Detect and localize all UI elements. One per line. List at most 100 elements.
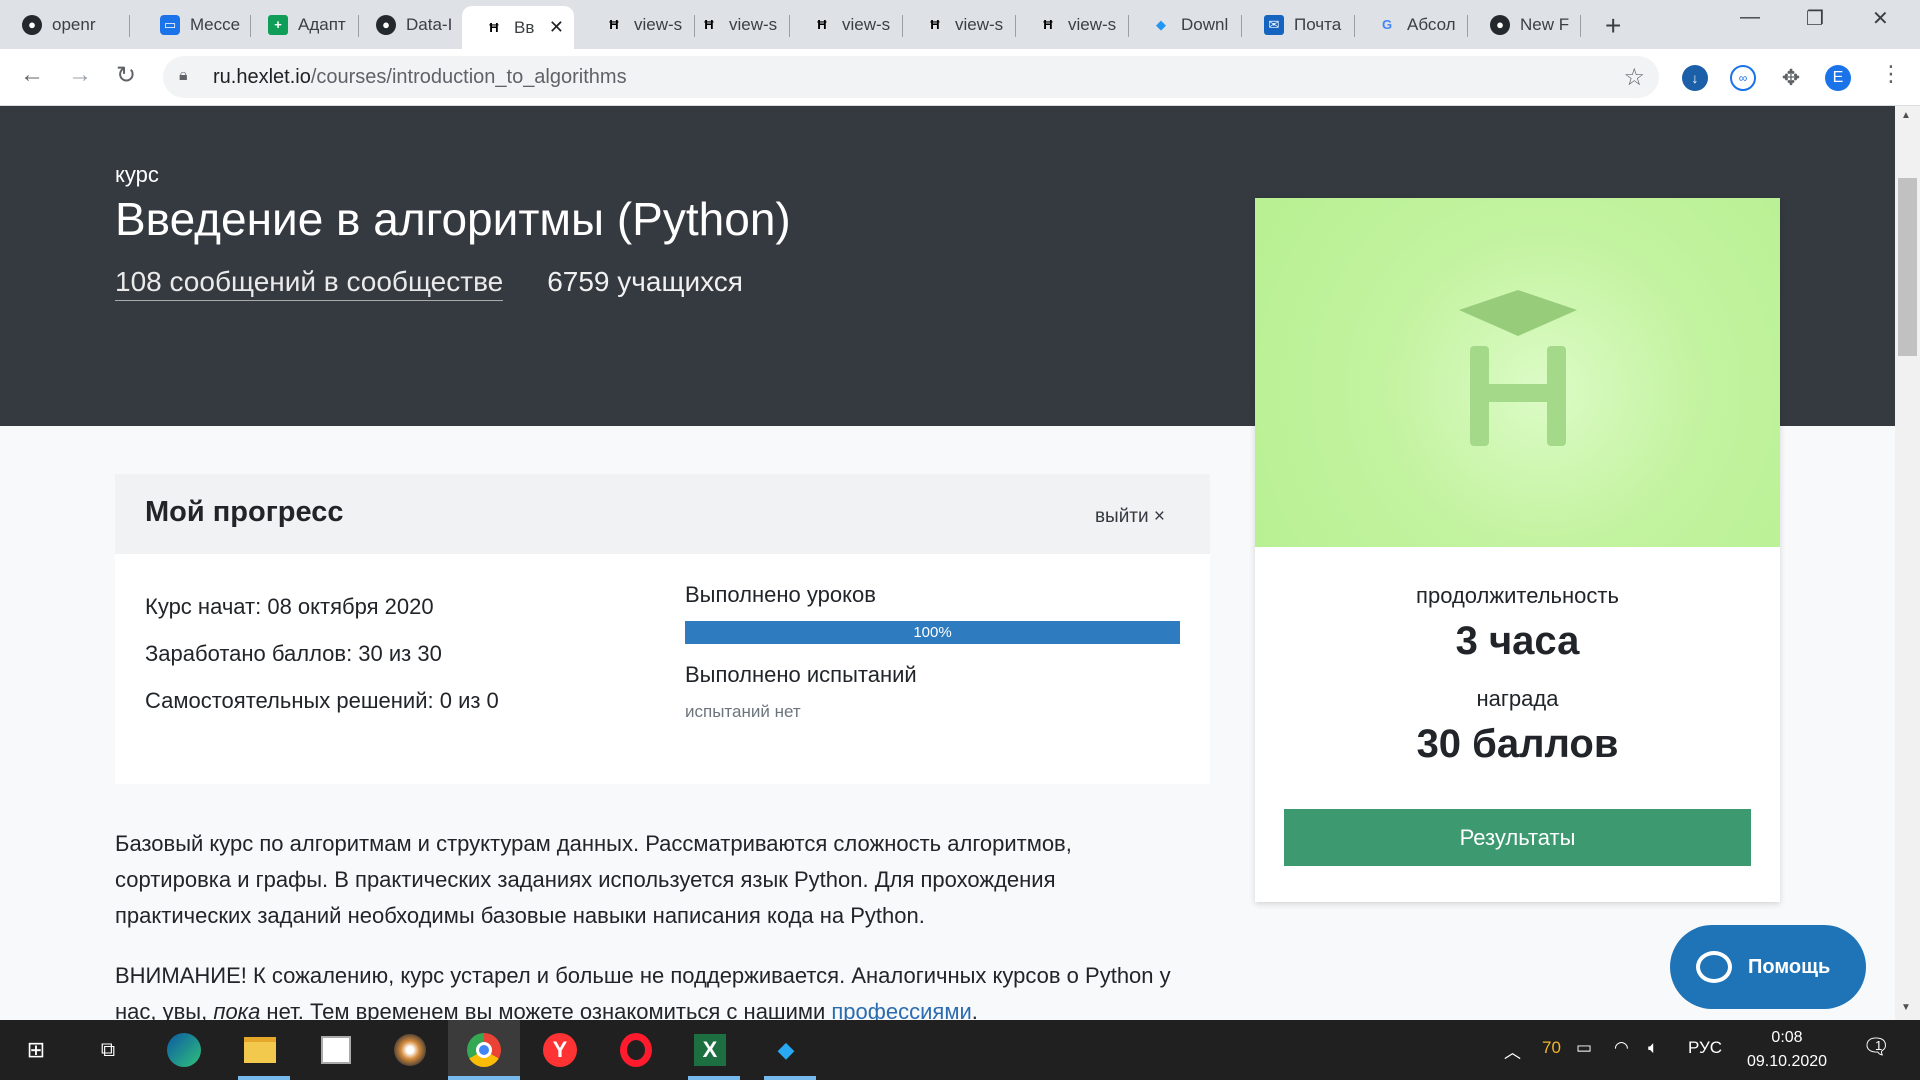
back-arrow-icon[interactable]: ← [20,61,44,89]
browser-toolbar: ← → ↻ 🔒︎ ru.hexlet.io/courses/introducti… [0,49,1920,106]
language-indicator[interactable]: РУС [1688,1038,1722,1058]
tab-title: openr [52,14,96,34]
browser-tab[interactable]: ● openr [0,6,130,43]
browser-tab[interactable]: + Адапт [246,6,359,43]
browser-tab[interactable]: Ħview-s [790,6,903,43]
new-tab-button[interactable]: + [1605,10,1621,42]
excel-running-indicator [688,1076,740,1080]
tests-label: Выполнено испытаний [685,662,917,687]
browser-tab[interactable]: G Абсол [1355,6,1468,43]
temperature-indicator[interactable]: 70 [1542,1038,1561,1058]
notifications-count: 1 [1875,1038,1883,1053]
tab-separator [1580,15,1581,37]
task-view-icon[interactable]: ⧉ [88,1030,128,1070]
bookmark-star-icon[interactable]: ☆ [1623,63,1645,92]
scroll-down-icon[interactable]: ▼ [1901,1002,1911,1013]
course-title: Введение в алгоритмы (Python) [115,193,791,245]
clock-date: 09.10.2020 [1746,1053,1828,1070]
scrollbar-thumb[interactable] [1898,178,1917,356]
file-explorer-icon[interactable] [240,1030,280,1070]
tab-title: Адапт [298,14,346,34]
hexlet-icon: Ħ [1043,17,1053,32]
mail-icon: ✉ [1264,14,1284,35]
tab-separator [129,15,130,37]
system-clock[interactable]: 0:08 09.10.2020 [1740,1026,1834,1074]
close-window-icon[interactable]: ✕ [1872,6,1889,31]
close-tab-icon[interactable]: ✕ [549,17,564,38]
address-bar[interactable]: 🔒︎ ru.hexlet.io/courses/introduction_to_… [163,56,1659,98]
tab-title: Абсол [1407,14,1456,34]
tab-title: Mecce [190,14,241,34]
chrome-running-indicator [448,1076,520,1080]
opera-icon[interactable] [616,1030,656,1070]
browser-tab[interactable]: ● New F [1468,6,1581,43]
browser-tab[interactable]: ✉ Почта [1242,6,1355,43]
duration-label: продолжительность [1416,583,1619,608]
lessons-label: Выполнено уроков [685,582,876,607]
warning-text-end: . [971,999,978,1020]
diamond-app-icon[interactable]: ◆ [766,1030,806,1070]
hexlet-icon: Ħ [704,17,714,32]
browser-tab[interactable]: Ħ Вв ✕ [462,6,574,49]
browser-tab[interactable]: Ħview-s [903,6,1016,43]
wifi-icon[interactable]: ◠ [1614,1038,1629,1058]
github-icon: ● [22,14,42,35]
chat-bubble-icon [1696,951,1732,983]
progress-card: Мой прогресс выйти × Курс начат: 08 октя… [115,474,1210,784]
logout-link[interactable]: выйти × [1095,506,1165,528]
edge-icon[interactable] [164,1030,204,1070]
warning-emphasis: пока [213,999,261,1020]
browser-tab[interactable]: Ħview-s [1016,6,1129,43]
forward-arrow-icon[interactable]: → [68,61,92,89]
media-player-icon[interactable] [390,1030,430,1070]
tab-title: view-s [729,14,778,34]
browser-tab[interactable]: ● Data-I [354,6,467,43]
download-extension-icon[interactable]: ↓ [1682,65,1708,91]
course-side-card: продолжительность 3 часа награда 30 балл… [1255,198,1780,902]
tab-title: view-s [1068,14,1117,34]
reload-icon[interactable]: ↻ [116,61,136,90]
browser-tab[interactable]: ▭ Mecce [138,6,251,43]
profile-avatar[interactable]: E [1825,65,1851,91]
reward-label: награда [1476,686,1559,711]
tray-chevron-icon[interactable]: ︿ [1504,1038,1521,1063]
tab-title: Почта [1294,14,1342,34]
windows-taskbar: ⊞ ⧉ Y X ◆ ︿ 70 ▭ ◠ 🔈︎ РУС 0:08 09.10.202… [0,1020,1920,1080]
url-path: /courses/introduction_to_algorithms [310,66,627,88]
excel-icon[interactable]: X [690,1030,730,1070]
course-kicker: курс [115,162,159,187]
infinity-extension-icon[interactable]: ∞ [1730,65,1756,91]
results-button[interactable]: Результаты [1284,809,1751,866]
browser-tab[interactable]: Ħview-s [677,6,790,43]
community-link[interactable]: 108 сообщений в сообществе [115,266,504,301]
scroll-up-icon[interactable]: ▲ [1901,110,1911,121]
store-icon[interactable] [316,1030,356,1070]
volume-icon[interactable]: 🔈︎ [1648,1038,1658,1058]
solutions-text: Самостоятельных решений: 0 из 0 [145,688,499,713]
course-description: Базовый курс по алгоритмам и структурам … [115,826,1175,1020]
browser-menu-icon[interactable]: ⋮ [1880,61,1902,87]
help-button[interactable]: Помощь [1670,925,1866,1009]
messenger-icon: ▭ [160,14,180,35]
minimize-icon[interactable]: — [1740,6,1760,29]
browser-tab[interactable]: ◆ Downl [1129,6,1242,43]
duration-value: 3 часа [1455,619,1580,663]
warning-paragraph: ВНИМАНИЕ! К сожалению, курс устарел и бо… [115,958,1175,1020]
yandex-browser-icon[interactable]: Y [540,1030,580,1070]
url-domain: ru.hexlet.io [213,66,311,88]
clock-time: 0:08 [1771,1029,1803,1046]
course-started-text: Курс начат: 08 октября 2020 [145,594,434,619]
extensions-puzzle-icon[interactable]: ✥ [1778,65,1804,91]
github-icon: ● [376,14,396,35]
restore-icon[interactable]: ❐ [1806,6,1824,31]
battery-icon[interactable]: ▭ [1576,1038,1592,1058]
lessons-progress-fill: 100% [685,621,1180,644]
course-image [1255,198,1780,547]
chrome-icon[interactable] [464,1030,504,1070]
windows-start-icon[interactable]: ⊞ [16,1030,56,1070]
page-scrollbar[interactable]: ▲ ▼ [1895,106,1920,1020]
hexlet-logo-icon [1459,290,1577,446]
professions-link[interactable]: профессиями [831,999,971,1020]
tab-title: Downl [1181,14,1229,34]
browser-tab-strip: ● openr ▭ Mecce + Адапт ● Data-I Ħ Вв ✕ Ħview-s Ħvie… [0,0,1920,49]
